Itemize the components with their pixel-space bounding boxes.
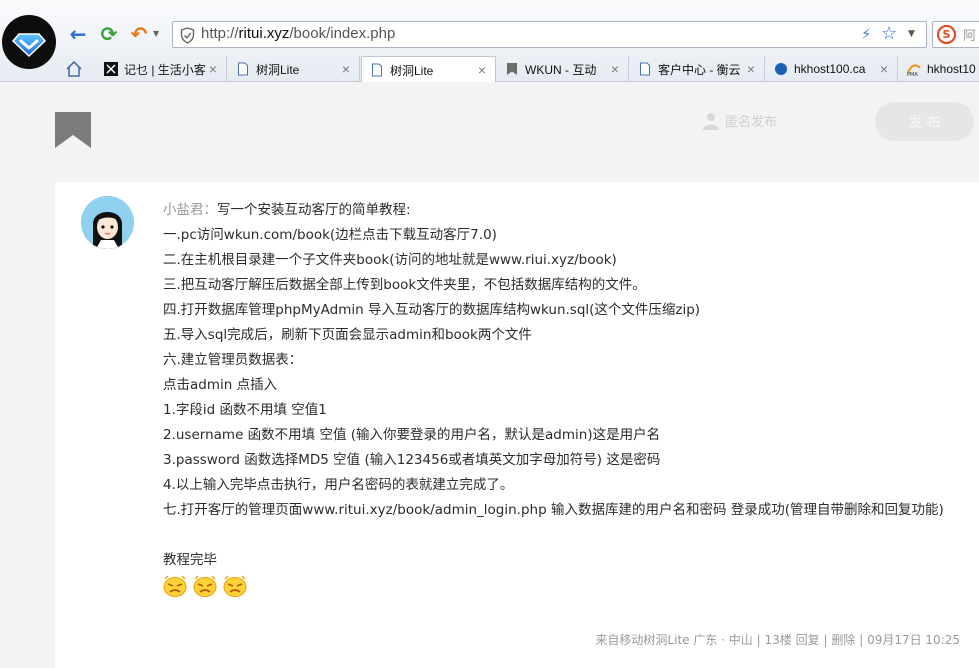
tab-label: hkhost100.ca xyxy=(794,62,866,76)
avatar[interactable] xyxy=(81,196,134,249)
avatar-girl-icon xyxy=(81,196,134,249)
tab-label: 记乜 | 生活小客 xyxy=(124,62,206,77)
post-datetime: 09月17日 10:25 xyxy=(867,633,960,647)
post-line: 四.打开数据库管理phpMyAdmin 导入互动客厅的数据库结构wkun.sql… xyxy=(163,302,701,318)
diamond-icon xyxy=(11,33,47,58)
tab-hkhost-pma[interactable]: PMA hkhost10 xyxy=(899,56,979,82)
post-source: 来自移动树洞Lite xyxy=(595,633,690,647)
angry-face-icon xyxy=(163,575,187,597)
address-bar[interactable]: http://ritui.xyz/book/index.php ⚡ ☆ ▼ xyxy=(172,21,927,48)
close-icon[interactable]: × xyxy=(339,61,353,77)
search-hint: 阿 xyxy=(963,29,977,44)
post-line: 1.字段id 函数不用填 空值1 xyxy=(163,402,327,418)
reply-link[interactable]: 回复 xyxy=(796,633,820,647)
undo-close-tab-button[interactable]: ↶ xyxy=(127,22,151,46)
close-icon[interactable]: × xyxy=(475,62,489,78)
tab-shudong-1[interactable]: 树洞Lite × xyxy=(228,56,360,82)
home-icon[interactable] xyxy=(64,59,84,79)
tab-customer-center[interactable]: 客户中心 - 衡云 × xyxy=(630,56,765,82)
close-icon[interactable]: × xyxy=(206,61,220,77)
post-meta: 来自移动树洞Lite 广东 · 中山 | 13楼 回复 | 删除 | 09月17… xyxy=(595,633,960,647)
post-line: 点击admin 点插入 xyxy=(163,377,278,393)
angry-face-icon xyxy=(193,575,217,597)
browser-chrome: ← ⟳ ↶ ▼ http://ritui.xyz/book/index.php … xyxy=(0,0,979,83)
star-icon[interactable]: ☆ xyxy=(881,23,897,44)
post-content: 小盐君：写一个安装互动客厅的简单教程: 一.pc访问wkun.com/book(… xyxy=(163,198,963,597)
page-icon xyxy=(372,63,382,77)
post-line: 3.password 函数选择MD5 空值 (输入123456或者填英文加字母加… xyxy=(163,452,661,468)
anonymous-toggle[interactable]: 匿名发布 xyxy=(703,111,777,130)
search-box[interactable]: S 阿 xyxy=(932,21,979,48)
post-line: 小盐君：写一个安装互动客厅的简单教程: xyxy=(163,202,411,218)
tab-jiye[interactable]: 记乜 | 生活小客 × xyxy=(96,56,227,82)
compose-bar: 匿名发布 发 布 xyxy=(0,82,979,182)
lightning-icon[interactable]: ⚡ xyxy=(861,25,872,43)
tab-label: 树洞Lite xyxy=(256,62,300,77)
search-engine-icon: S xyxy=(937,25,956,44)
post-line: 三.把互动客厅解压后数据全部上传到book文件夹里，不包括数据库结构的文件。 xyxy=(163,277,646,293)
svg-text:PMA: PMA xyxy=(907,72,918,76)
post-line: 二.在主机根目录建一个子文件夹book(访问的地址就是www.riui.xyz/… xyxy=(163,252,617,268)
angry-face-icon xyxy=(223,575,247,597)
bookmark-icon xyxy=(507,63,517,75)
tab-shudong-2[interactable]: 树洞Lite × xyxy=(361,56,496,83)
author-name[interactable]: 小盐君： xyxy=(163,202,217,218)
post-line: 一.pc访问wkun.com/book(边栏点击下载互动客厅7.0) xyxy=(163,227,497,243)
post-line: 五.导入sql完成后，刷新下页面会显示admin和book两个文件 xyxy=(163,327,532,343)
post-location: 广东 · 中山 xyxy=(693,633,753,647)
tab-label: WKUN - 互动 xyxy=(525,62,597,77)
post-line: 七.打开客厅的管理页面www.ritui.xyz/book/admin_logi… xyxy=(163,502,944,518)
close-icon[interactable]: × xyxy=(877,61,891,77)
chevron-down-icon[interactable]: ▼ xyxy=(908,29,915,39)
post-floor: 13楼 xyxy=(764,633,792,647)
tab-hkhost[interactable]: hkhost100.ca × xyxy=(766,56,898,82)
tab-label: 树洞Lite xyxy=(390,63,434,78)
url-path: /book/index.php xyxy=(289,25,396,42)
url-host: ritui.xyz xyxy=(238,25,290,42)
pma-icon: PMA xyxy=(907,64,921,76)
blue-globe-icon xyxy=(775,63,787,75)
page-icon xyxy=(640,62,650,76)
publish-button[interactable]: 发 布 xyxy=(875,102,974,141)
tab-label: 客户中心 - 衡云 xyxy=(658,62,741,77)
post-line: 六.建立管理员数据表： xyxy=(163,352,303,368)
url-input[interactable]: http://ritui.xyz/book/index.php xyxy=(201,25,841,45)
tab-strip: 记乜 | 生活小客 × 树洞Lite × 树洞Lite × WKUN - 互动 … xyxy=(0,56,979,83)
anonymous-label: 匿名发布 xyxy=(725,115,778,130)
post-card: 小盐君：写一个安装互动客厅的简单教程: 一.pc访问wkun.com/book(… xyxy=(55,182,979,668)
post-line: 2.username 函数不用填 空值 (输入你要登录的用户名，默认是admin… xyxy=(163,427,661,443)
page-icon xyxy=(238,62,248,76)
chevron-down-icon[interactable]: ▼ xyxy=(153,29,159,38)
black-square-icon xyxy=(104,62,118,76)
close-icon[interactable]: × xyxy=(744,61,758,77)
arrow-left-icon: ← xyxy=(69,22,87,46)
tab-wkun[interactable]: WKUN - 互动 × xyxy=(497,56,629,82)
post-line: 教程完毕 xyxy=(163,552,217,568)
shield-icon xyxy=(180,27,195,44)
undo-icon: ↶ xyxy=(130,22,148,46)
url-scheme: http:// xyxy=(201,25,239,42)
emoji-row xyxy=(163,575,963,597)
tab-label: hkhost10 xyxy=(927,62,976,76)
close-icon[interactable]: × xyxy=(608,61,622,77)
person-icon xyxy=(703,112,719,130)
refresh-icon: ⟳ xyxy=(100,22,118,46)
delete-link[interactable]: 删除 xyxy=(831,633,855,647)
bookmark-icon[interactable] xyxy=(55,112,91,148)
post-line: 4.以上输入完毕点击执行，用户名密码的表就建立完成了。 xyxy=(163,477,514,493)
back-button[interactable]: ← xyxy=(66,22,90,46)
refresh-button[interactable]: ⟳ xyxy=(97,22,121,46)
browser-logo[interactable] xyxy=(2,15,56,69)
